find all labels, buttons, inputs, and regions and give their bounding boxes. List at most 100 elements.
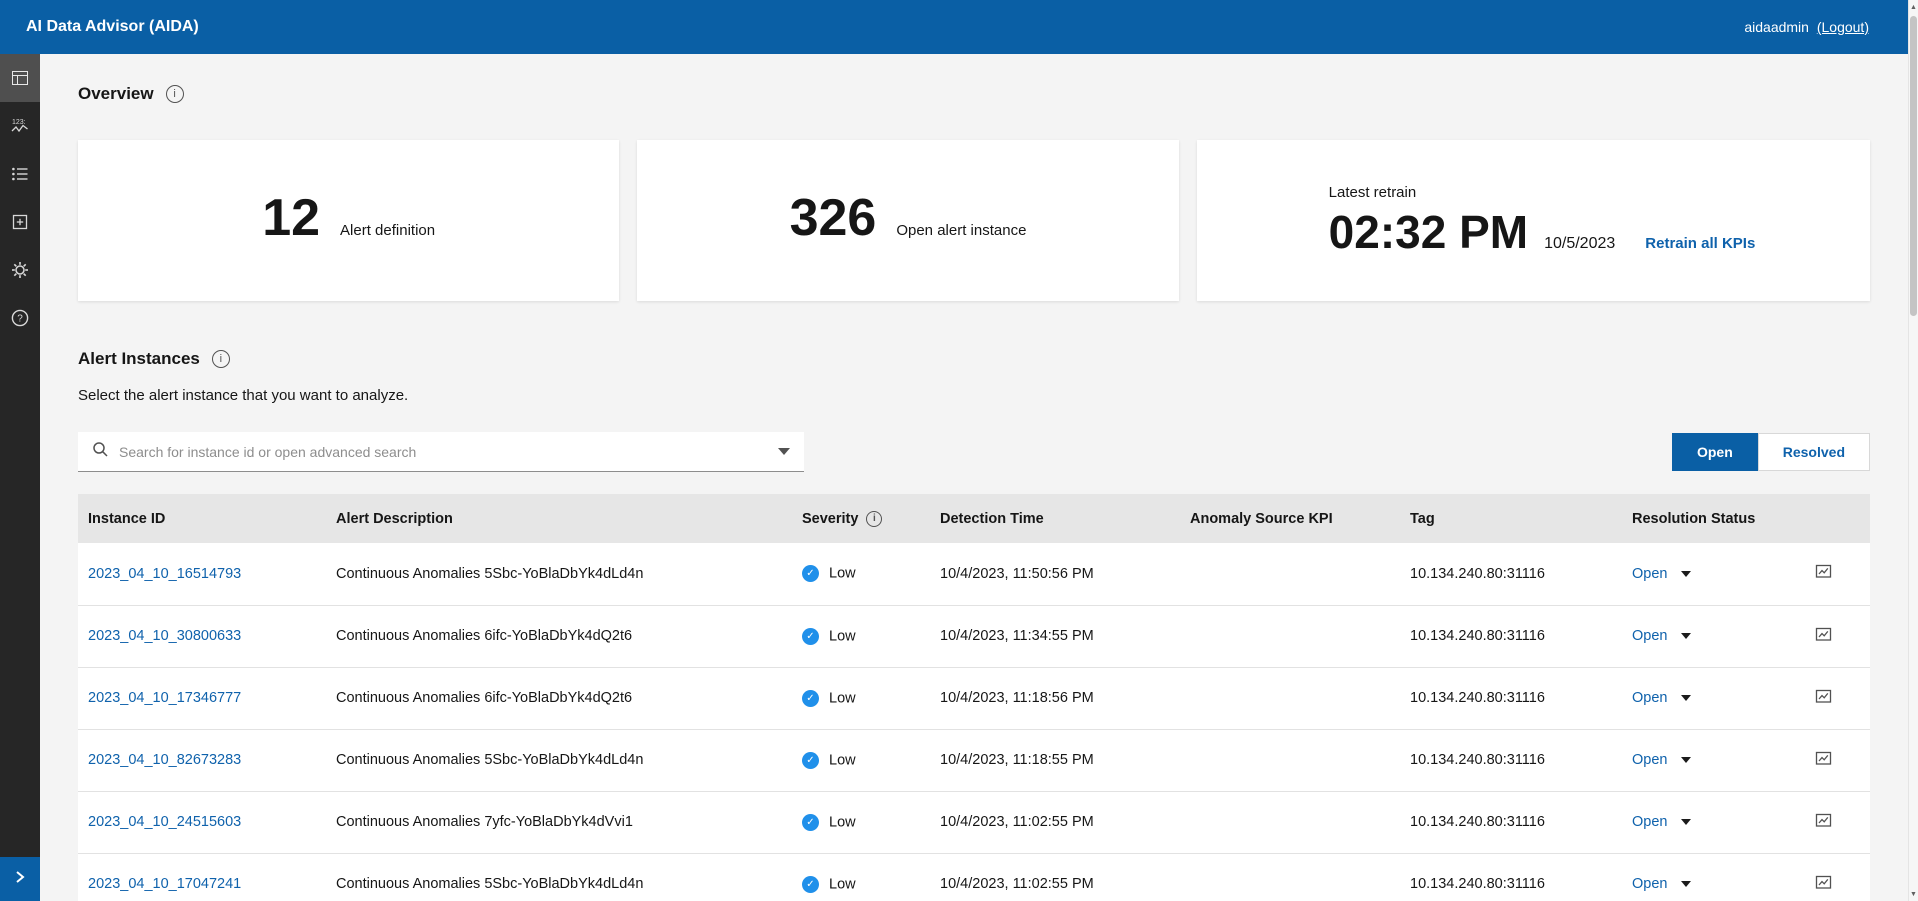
svg-text:123:: 123: [12, 119, 26, 126]
severity-label: Low [829, 876, 856, 892]
alert-description-cell: Continuous Anomalies 5Sbc-YoBlaDbYk4dLd4… [320, 853, 786, 901]
tag-cell: 10.134.240.80:31116 [1394, 667, 1616, 729]
app-title: AI Data Advisor (AIDA) [26, 18, 199, 36]
sidebar-item-help[interactable]: ? [0, 294, 40, 342]
severity-low-icon [802, 752, 819, 769]
open-alert-label: Open alert instance [896, 222, 1026, 239]
view-chart-icon[interactable] [1814, 625, 1833, 648]
chevron-down-icon [1681, 819, 1691, 825]
sidebar-item-settings[interactable] [0, 246, 40, 294]
detection-time-cell: 10/4/2023, 11:02:55 PM [924, 853, 1174, 901]
retrain-all-kpis-link[interactable]: Retrain all KPIs [1645, 235, 1755, 252]
detection-time-cell: 10/4/2023, 11:18:55 PM [924, 729, 1174, 791]
overview-info-icon[interactable] [166, 85, 184, 103]
sidebar-item-add-widget[interactable] [0, 198, 40, 246]
detection-time-cell: 10/4/2023, 11:34:55 PM [924, 605, 1174, 667]
latest-retrain-card: Latest retrain 02:32 PM 10/5/2023 Retrai… [1197, 140, 1870, 301]
resolution-status-dropdown[interactable]: Open [1632, 814, 1691, 830]
username-label: aidaadmin [1744, 19, 1809, 35]
resolution-status-dropdown[interactable]: Open [1632, 876, 1691, 892]
col-header-actions [1776, 494, 1870, 543]
alert-description-cell: Continuous Anomalies 7yfc-YoBlaDbYk4dVvi… [320, 791, 786, 853]
resolution-status-dropdown[interactable]: Open [1632, 752, 1691, 768]
view-chart-icon[interactable] [1814, 562, 1833, 585]
resolution-status-value: Open [1632, 628, 1667, 644]
alert-list-icon [10, 164, 30, 184]
anomaly-source-kpi-cell [1174, 791, 1394, 853]
col-header-resolution-status: Resolution Status [1616, 494, 1776, 543]
col-header-instance-id: Instance ID [78, 494, 320, 543]
resolution-status-value: Open [1632, 752, 1667, 768]
alert-description-cell: Continuous Anomalies 5Sbc-YoBlaDbYk4dLd4… [320, 543, 786, 605]
sidebar-item-kpi[interactable]: 123: [0, 102, 40, 150]
alert-toolbar: Open Resolved [78, 432, 1870, 472]
table-row: 2023_04_10_30800633 Continuous Anomalies … [78, 605, 1870, 667]
resolution-status-dropdown[interactable]: Open [1632, 566, 1691, 582]
main-content: Overview 12 Alert definition 326 Open al… [40, 54, 1908, 901]
chevron-down-icon [1681, 757, 1691, 763]
filter-resolved-button[interactable]: Resolved [1758, 433, 1870, 471]
col-header-alert-description: Alert Description [320, 494, 786, 543]
instance-id-link[interactable]: 2023_04_10_82673283 [88, 752, 241, 768]
resolution-status-dropdown[interactable]: Open [1632, 628, 1691, 644]
scrollbar-thumb[interactable] [1910, 16, 1917, 316]
alert-instances-heading: Alert Instances [78, 349, 1870, 369]
overview-cards: 12 Alert definition 326 Open alert insta… [78, 140, 1870, 301]
open-alert-instance-card: 326 Open alert instance [637, 140, 1178, 301]
instance-id-link[interactable]: 2023_04_10_16514793 [88, 566, 241, 582]
logout-link[interactable]: (Logout) [1817, 19, 1869, 35]
instance-id-link[interactable]: 2023_04_10_17346777 [88, 690, 241, 706]
view-chart-icon[interactable] [1814, 873, 1833, 896]
sidebar-item-dashboard[interactable] [0, 54, 40, 102]
instance-id-link[interactable]: 2023_04_10_17047241 [88, 876, 241, 892]
severity-low-icon [802, 690, 819, 707]
status-filter-group: Open Resolved [1672, 433, 1870, 471]
resolution-status-cell: Open [1616, 729, 1776, 791]
search-input[interactable] [119, 444, 768, 460]
alert-description-cell: Continuous Anomalies 6ifc-YoBlaDbYk4dQ2t… [320, 667, 786, 729]
severity-cell: Low [786, 791, 924, 853]
alert-instances-title: Alert Instances [78, 349, 200, 369]
anomaly-source-kpi-cell [1174, 853, 1394, 901]
row-action-cell [1776, 667, 1870, 729]
resolution-status-cell: Open [1616, 791, 1776, 853]
instance-id-link[interactable]: 2023_04_10_24515603 [88, 814, 241, 830]
resolution-status-dropdown[interactable]: Open [1632, 690, 1691, 706]
sidebar-item-alert-list[interactable] [0, 150, 40, 198]
row-action-cell [1776, 729, 1870, 791]
scrollbar-up-arrow[interactable]: ▲ [1909, 0, 1918, 14]
chevron-down-icon [1681, 695, 1691, 701]
severity-low-icon [802, 876, 819, 893]
severity-low-icon [802, 565, 819, 582]
view-chart-icon[interactable] [1814, 749, 1833, 772]
kpi-123-icon: 123: [10, 116, 30, 136]
sidebar-expand-button[interactable] [0, 857, 40, 901]
col-header-tag: Tag [1394, 494, 1616, 543]
severity-info-icon[interactable] [866, 511, 882, 527]
instance-id-link[interactable]: 2023_04_10_30800633 [88, 628, 241, 644]
row-action-cell [1776, 605, 1870, 667]
severity-cell: Low [786, 729, 924, 791]
detection-time-cell: 10/4/2023, 11:18:56 PM [924, 667, 1174, 729]
latest-retrain-title: Latest retrain [1329, 184, 1870, 201]
col-header-anomaly-source-kpi: Anomaly Source KPI [1174, 494, 1394, 543]
detection-time-cell: 10/4/2023, 11:50:56 PM [924, 543, 1174, 605]
row-action-cell [1776, 791, 1870, 853]
severity-cell: Low [786, 543, 924, 605]
scrollbar-down-arrow[interactable]: ▼ [1909, 887, 1918, 901]
table-row: 2023_04_10_82673283Continuous Anomalies … [78, 729, 1870, 791]
help-icon: ? [10, 308, 30, 328]
chevron-down-icon[interactable] [778, 448, 790, 455]
anomaly-source-kpi-cell [1174, 729, 1394, 791]
search-box[interactable] [78, 432, 804, 472]
alert-instances-info-icon[interactable] [212, 350, 230, 368]
view-chart-icon[interactable] [1814, 687, 1833, 710]
open-alert-count: 326 [790, 192, 877, 244]
filter-open-button[interactable]: Open [1672, 433, 1758, 471]
table-header-row: Instance ID Alert Description Severity D… [78, 494, 1870, 543]
view-chart-icon[interactable] [1814, 811, 1833, 834]
vertical-scrollbar[interactable]: ▲ ▼ [1908, 0, 1918, 901]
latest-retrain-date: 10/5/2023 [1544, 235, 1615, 253]
search-icon [92, 441, 109, 463]
alert-description-cell: Continuous Anomalies 6ifc-YoBlaDbYk4dQ2t… [320, 605, 786, 667]
